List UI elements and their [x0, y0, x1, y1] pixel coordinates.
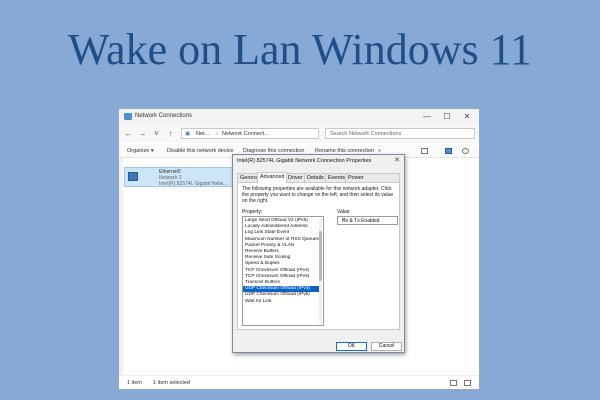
search-input[interactable]: Search Network Connections — [325, 128, 475, 139]
tab-driver[interactable]: Driver — [285, 173, 306, 182]
property-list-scrollbar[interactable] — [319, 219, 322, 323]
status-bar: 1 item 1 item selected — [119, 375, 479, 389]
address-field[interactable]: ▣ Net... › Network Connect... — [181, 128, 319, 139]
minimize-button[interactable]: — — [421, 111, 433, 122]
chevron-down-icon: ˅ — [342, 217, 345, 223]
tab-power-management[interactable]: Power Management — [345, 173, 400, 190]
tab-details[interactable]: Details — [304, 173, 327, 182]
window-title: Network Connections — [135, 113, 193, 119]
breadcrumb-net[interactable]: Net... — [196, 131, 209, 137]
network-adapter-icon — [128, 172, 138, 181]
ethernet-connection-item[interactable]: Ethernet0 Network 2 Intel(R) 82574L Giga… — [124, 167, 234, 187]
address-bar: ← → ˅ ↑ ▣ Net... › Network Connect... Se… — [119, 125, 479, 143]
disable-device-button[interactable]: Disable this network device — [167, 148, 234, 154]
dialog-close-button[interactable]: ✕ — [394, 156, 400, 164]
window-titlebar: Network Connections — ☐ ✕ — [119, 109, 479, 125]
connection-adapter: Intel(R) 82574L Gigabit Netw... — [159, 181, 228, 187]
advanced-tab-panel: The following properties are available f… — [237, 182, 400, 330]
page-headline: Wake on Lan Windows 11 — [68, 25, 532, 74]
scrollbar-thumb[interactable] — [319, 231, 322, 281]
tab-description: The following properties are available f… — [242, 186, 394, 205]
view-options-icon[interactable] — [421, 148, 428, 154]
adapter-properties-dialog: Intel(R) 82574L Gigabit Network Connecti… — [232, 154, 405, 353]
value-dropdown[interactable]: Rx & Tx Enabled ˅ — [337, 216, 398, 225]
value-label: Value: — [337, 209, 351, 215]
navigation-pane — [119, 158, 123, 375]
selection-count: 1 item selected — [153, 380, 190, 386]
tab-advanced[interactable]: Advanced — [257, 172, 288, 183]
list-item[interactable]: Wait for Link — [245, 299, 319, 305]
cancel-button[interactable]: Cancel — [371, 342, 402, 351]
maximize-button[interactable]: ☐ — [441, 111, 453, 122]
details-view-icon[interactable] — [450, 380, 457, 386]
dialog-title: Intel(R) 82574L Gigabit Network Connecti… — [237, 158, 372, 164]
network-folder-icon — [124, 113, 132, 120]
close-window-button[interactable]: ✕ — [461, 111, 473, 122]
arrow-right-icon[interactable]: → — [138, 129, 147, 138]
breadcrumb-network-connections[interactable]: Network Connect... — [222, 131, 269, 137]
property-label: Property: — [242, 209, 263, 215]
help-icon[interactable] — [462, 148, 469, 154]
arrow-up-icon[interactable]: ↑ — [166, 129, 175, 138]
organize-menu[interactable]: Organize ▾ — [127, 148, 154, 154]
property-list[interactable]: Large Send Offload V2 (IPv6) Locally Adm… — [242, 216, 324, 326]
tiles-view-icon[interactable] — [464, 380, 471, 386]
preview-pane-icon[interactable] — [445, 148, 452, 154]
arrow-left-icon[interactable]: ← — [124, 129, 133, 138]
dialog-tabs: General Advanced Driver Details Events P… — [237, 172, 400, 190]
chevron-down-icon[interactable]: ˅ — [152, 129, 161, 138]
item-count: 1 item — [127, 380, 142, 386]
ok-button[interactable]: OK — [336, 342, 367, 351]
